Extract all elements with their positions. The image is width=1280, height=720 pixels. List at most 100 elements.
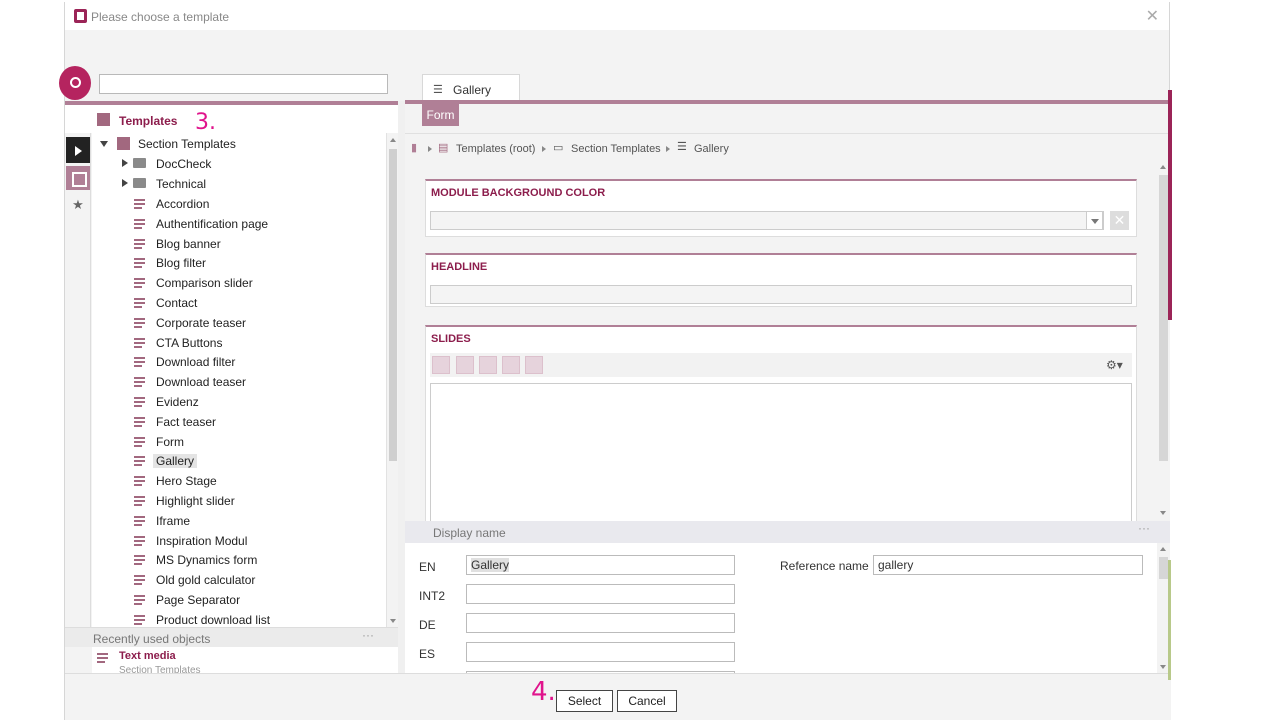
tree-item[interactable]: Page Separator	[132, 591, 372, 609]
tree-item[interactable]: Authentification page	[132, 215, 372, 233]
move-up-icon[interactable]	[502, 356, 520, 374]
tree-item[interactable]: Inspiration Modul	[132, 532, 372, 550]
add-icon[interactable]	[432, 356, 450, 374]
flag-icon: ▮	[411, 142, 418, 154]
more-icon[interactable]: ···	[1138, 521, 1150, 535]
tree-item[interactable]: Corporate teaser	[132, 314, 372, 332]
slides-list[interactable]	[430, 383, 1132, 521]
scroll-up-icon[interactable]	[1160, 165, 1166, 169]
lang-label: DE	[419, 618, 436, 632]
more-icon[interactable]: ···	[362, 628, 374, 642]
lang-label: INT2	[419, 589, 446, 603]
scroll-thumb[interactable]	[1159, 557, 1168, 579]
display-name-int2-input[interactable]	[466, 584, 735, 604]
chevron-right-icon	[542, 146, 546, 152]
cancel-button[interactable]: Cancel	[617, 690, 677, 712]
field-background-color: MODULE BACKGROUND COLOR ✕	[425, 179, 1137, 237]
tree-item[interactable]: Form	[132, 433, 372, 451]
tree-item[interactable]: Download filter	[132, 353, 372, 371]
move-down-icon[interactable]	[525, 356, 543, 374]
folder-outline-icon: ▭	[553, 142, 564, 154]
tree-node-folder[interactable]: DocCheck	[122, 155, 372, 173]
tree-item[interactable]: Blog filter	[132, 254, 372, 272]
tree-node-section-templates[interactable]: Section Templates	[100, 135, 380, 153]
delete-icon[interactable]	[479, 356, 497, 374]
reference-name-input[interactable]: gallery	[873, 555, 1143, 575]
scroll-up-icon[interactable]	[1160, 547, 1166, 551]
chevron-right-icon[interactable]	[122, 179, 128, 187]
recent-item-name[interactable]: Text media	[119, 650, 176, 662]
tab-gallery[interactable]: ☰ Gallery	[422, 74, 520, 101]
scroll-down-icon[interactable]	[1160, 665, 1166, 669]
recent-objects-title: Recently used objects	[93, 632, 211, 646]
templates-heading: Templates	[119, 114, 178, 128]
recent-objects-list: Text media Section Templates	[92, 647, 398, 673]
tree-item[interactable]: CTA Buttons	[132, 334, 372, 352]
recent-objects-header: Recently used objects ···	[65, 627, 398, 647]
tree-item[interactable]: Comparison slider	[132, 274, 372, 292]
tree-item[interactable]: Hero Stage	[132, 472, 372, 490]
tree-item-label: Authentification page	[156, 216, 269, 231]
tree-node-folder[interactable]: Technical	[122, 175, 372, 193]
breadcrumb-item[interactable]: Templates (root)	[456, 143, 535, 155]
breadcrumb-item[interactable]: Gallery	[694, 143, 729, 155]
tab-form[interactable]: Form	[422, 104, 459, 126]
field-headline: HEADLINE	[425, 253, 1137, 307]
tree-item[interactable]: Product download list	[132, 611, 372, 627]
tree-item[interactable]: Download teaser	[132, 373, 372, 391]
scroll-down-icon[interactable]	[390, 619, 396, 623]
chevron-down-icon[interactable]	[1086, 211, 1103, 230]
search-input[interactable]	[99, 74, 388, 94]
tree-item[interactable]: Contact	[132, 294, 372, 312]
display-name-en-input[interactable]: Gallery	[466, 555, 735, 575]
input-value: Gallery	[471, 558, 510, 572]
folder-icon	[133, 178, 146, 188]
dialog-footer: 4. Select Cancel	[65, 673, 1171, 720]
search-icon[interactable]	[59, 66, 91, 100]
scroll-thumb[interactable]	[389, 149, 397, 461]
template-lines-icon	[134, 614, 145, 625]
template-lines-icon	[134, 258, 145, 269]
tree-item-label: Blog banner	[156, 236, 221, 251]
tree-scrollbar[interactable]	[386, 133, 398, 627]
panel-splitter[interactable]	[398, 101, 405, 675]
template-lines-icon	[134, 397, 145, 407]
select-button[interactable]: Select	[556, 690, 613, 712]
display-name-de-input[interactable]	[466, 613, 735, 633]
tree-item[interactable]: Gallery	[132, 452, 372, 470]
scroll-up-icon[interactable]	[390, 138, 396, 142]
scroll-down-icon[interactable]	[1160, 511, 1166, 515]
menu-lines-icon: ☰	[433, 84, 443, 96]
clear-icon[interactable]: ✕	[1110, 211, 1129, 230]
options-icon[interactable]: ⚙▾	[1106, 358, 1123, 372]
star-icon[interactable]: ★	[66, 193, 90, 217]
chevron-right-icon	[666, 146, 670, 152]
tree-item[interactable]: MS Dynamics form	[132, 551, 372, 569]
play-icon[interactable]	[66, 137, 90, 163]
tree-item[interactable]: Iframe	[132, 512, 372, 530]
tree-item[interactable]: Accordion	[132, 195, 372, 213]
close-icon[interactable]: ✕	[1146, 6, 1159, 26]
templates-view-icon[interactable]	[66, 166, 90, 190]
template-lines-icon	[134, 496, 145, 506]
tree-item-label: Evidenz	[156, 395, 199, 409]
tree-item[interactable]: Highlight slider	[132, 492, 372, 510]
tree-item[interactable]: Evidenz	[132, 393, 372, 411]
tree-node-label: Technical	[156, 177, 207, 191]
headline-input[interactable]	[430, 285, 1132, 304]
annotation-step-3: 3.	[195, 110, 216, 135]
tree-item[interactable]: Fact teaser	[132, 413, 372, 431]
copy-icon[interactable]	[456, 356, 474, 374]
tree-item[interactable]: Blog banner	[132, 235, 372, 253]
chevron-down-icon[interactable]	[100, 141, 108, 147]
color-select[interactable]	[430, 211, 1104, 230]
display-name-es-input[interactable]	[466, 642, 735, 662]
annotation-step-4: 4.	[531, 677, 556, 707]
lang-label: ES	[419, 647, 436, 661]
chevron-right-icon[interactable]	[122, 159, 128, 167]
title-bar: Please choose a template ✕	[65, 2, 1169, 30]
tree-item[interactable]: Old gold calculator	[132, 571, 372, 589]
breadcrumb-item[interactable]: Section Templates	[571, 143, 661, 155]
dialog-title: Please choose a template	[91, 10, 230, 24]
scroll-thumb[interactable]	[1159, 175, 1168, 461]
